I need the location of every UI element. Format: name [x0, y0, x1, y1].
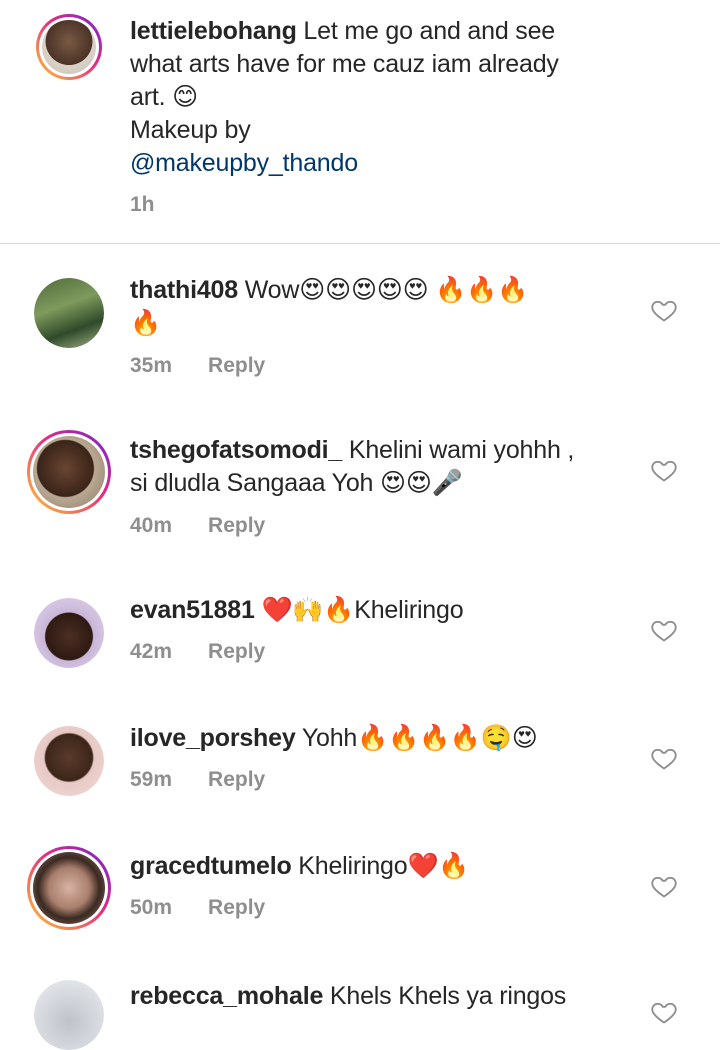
comment-time: 50m — [130, 896, 173, 919]
comment-time: 40m — [130, 514, 173, 537]
reply-button[interactable]: Reply — [208, 514, 265, 537]
reply-button[interactable]: Reply — [208, 896, 265, 919]
reply-button[interactable]: Reply — [208, 768, 265, 791]
avatar[interactable] — [34, 278, 104, 348]
comment-text: Wow😍😍😍😍😍 🔥🔥🔥 — [244, 276, 529, 304]
comment-text-cont: 🔥 — [130, 309, 161, 337]
reply-button[interactable]: Reply — [208, 354, 265, 377]
like-heart-icon[interactable] — [650, 744, 678, 772]
avatar[interactable] — [27, 430, 111, 514]
comment-text-cont: si dludla Sangaaa Yoh 😍😍🎤 — [130, 469, 463, 497]
comment-meta: 35m Reply — [130, 354, 265, 378]
caption-avatar[interactable] — [36, 14, 102, 80]
comment-time: 42m — [130, 640, 173, 663]
post-caption: lettielebohang Let me go and and see wha… — [0, 0, 720, 244]
comment-text: Yohh🔥🔥🔥🔥🤤😍 — [301, 724, 538, 752]
divider — [0, 243, 720, 244]
like-heart-icon[interactable] — [650, 296, 678, 324]
comment-username[interactable]: rebecca_mohale — [130, 982, 323, 1010]
comment-username[interactable]: ilove_porshey — [130, 724, 296, 752]
comment-text: Khelini wami yohhh , — [348, 436, 575, 464]
caption-text: lettielebohang Let me go and and see wha… — [130, 15, 559, 180]
comment-text: Khels Khels ya ringos — [329, 982, 567, 1010]
caption-time: 1h — [130, 193, 155, 216]
comment-username[interactable]: gracedtumelo — [130, 852, 292, 880]
avatar[interactable] — [34, 598, 104, 668]
comment-meta: 59m Reply — [130, 768, 265, 792]
comment-meta: 42m Reply — [130, 640, 265, 664]
comment-text: ❤️🙌🔥Kheliringo — [261, 596, 464, 624]
comment-meta: 50m Reply — [130, 896, 265, 920]
like-heart-icon[interactable] — [650, 616, 678, 644]
mention-link[interactable]: @makeupby_thando — [130, 147, 559, 180]
like-heart-icon[interactable] — [650, 456, 678, 484]
avatar[interactable] — [34, 726, 104, 796]
comment-username[interactable]: thathi408 — [130, 276, 238, 304]
caption-username[interactable]: lettielebohang — [130, 17, 297, 45]
comment-time: 59m — [130, 768, 173, 791]
comment-username[interactable]: tshegofatsomodi_ — [130, 436, 342, 464]
avatar[interactable] — [27, 846, 111, 930]
avatar[interactable] — [34, 980, 104, 1050]
comment-time: 35m — [130, 354, 173, 377]
comment-text: Kheliringo❤️🔥 — [298, 852, 470, 880]
reply-button[interactable]: Reply — [208, 640, 265, 663]
like-heart-icon[interactable] — [650, 998, 678, 1026]
like-heart-icon[interactable] — [650, 872, 678, 900]
comment-meta: 40m Reply — [130, 514, 265, 538]
comment-username[interactable]: evan51881 — [130, 596, 255, 624]
